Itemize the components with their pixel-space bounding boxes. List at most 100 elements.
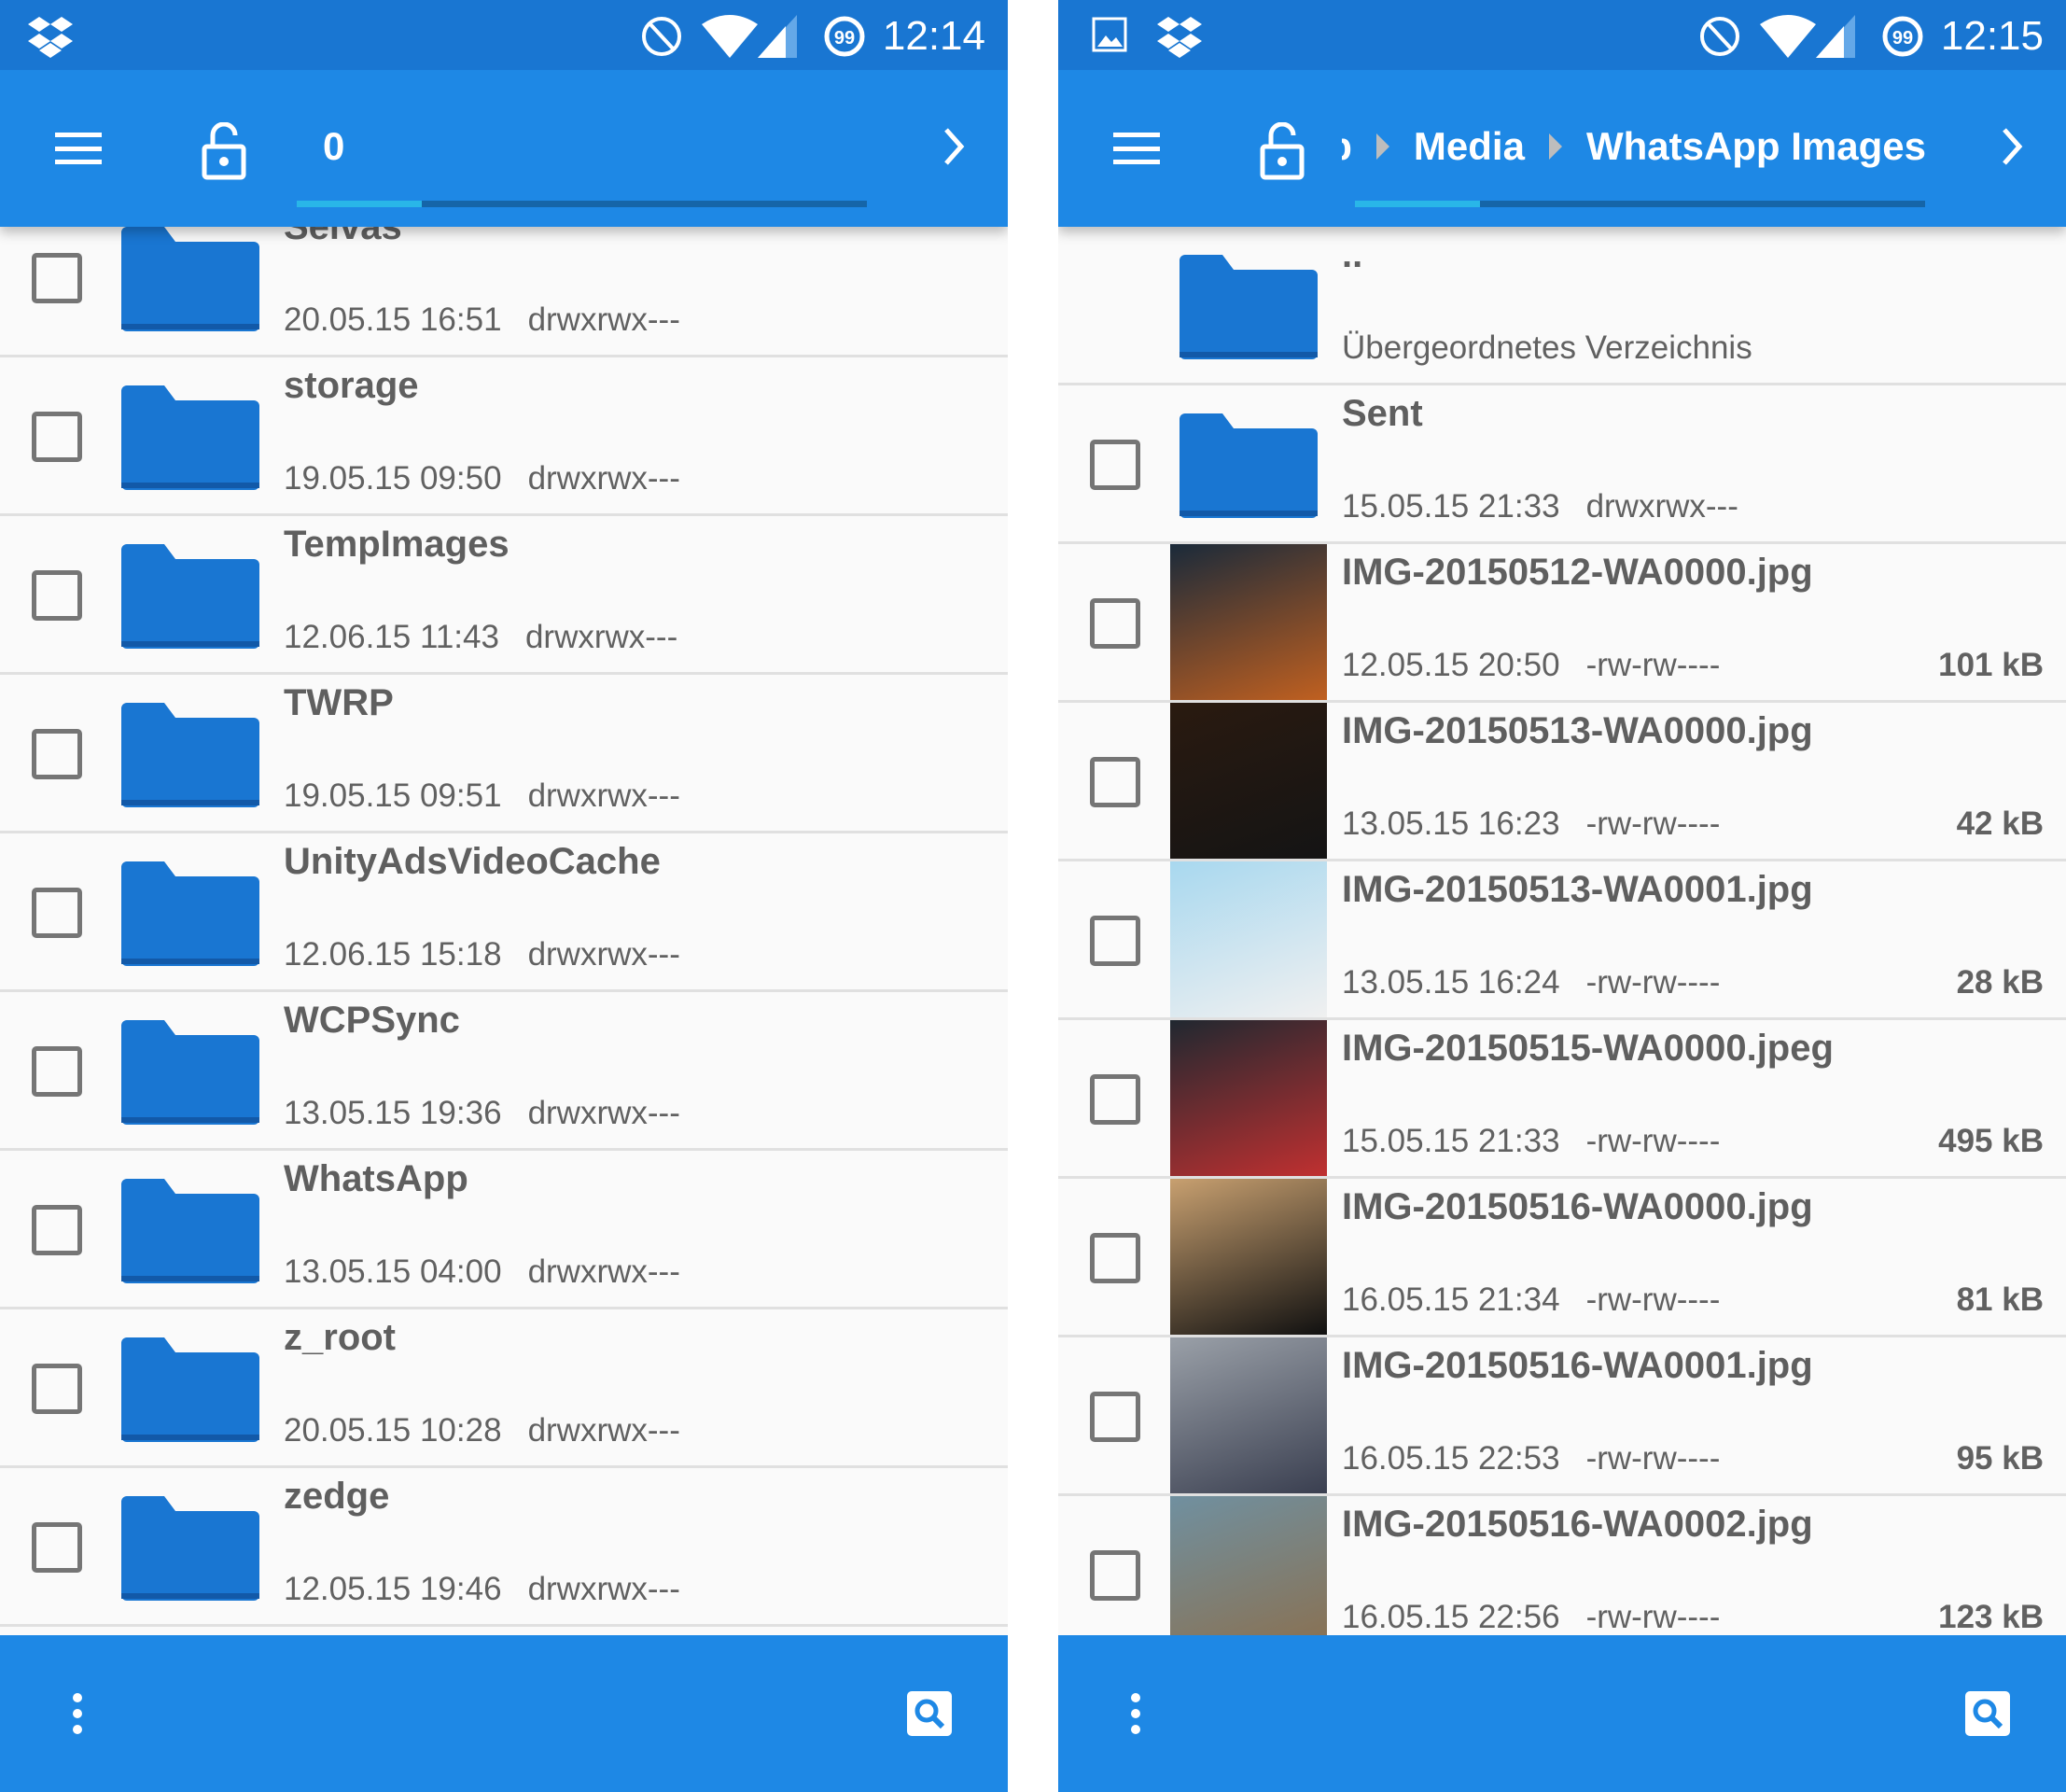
breadcrumb-scrollbar[interactable] — [1355, 201, 1925, 207]
checkbox[interactable] — [32, 1205, 82, 1255]
do-not-disturb-icon — [1698, 15, 1741, 63]
file-row[interactable]: TWRP 19.05.15 09:51 drwxrwx--- — [0, 675, 1008, 833]
more-options-icon[interactable] — [1129, 1691, 1142, 1741]
file-name: WhatsApp — [284, 1158, 468, 1199]
file-list: .. Übergeordnetes Verzeichnis Sent 15.05.15… — [1058, 0, 2066, 1655]
file-row[interactable]: IMG-20150516-WA0001.jpg 16.05.15 22:53 -rw… — [1058, 1337, 2066, 1496]
scrollbar-thumb[interactable] — [1355, 201, 1481, 207]
parent-label: Übergeordnetes Verzeichnis — [1342, 329, 1752, 366]
checkbox[interactable] — [1090, 916, 1140, 966]
file-name: TWRP — [284, 682, 394, 723]
file-date: 16.05.15 21:34 — [1342, 1281, 1560, 1318]
folder-icon — [121, 382, 259, 498]
breadcrumb: 0 — [323, 119, 907, 175]
file-row[interactable]: storage 19.05.15 09:50 drwxrwx--- — [0, 357, 1008, 516]
file-row[interactable]: IMG-20150512-WA0000.jpg 12.05.15 20:50 -rw… — [1058, 544, 2066, 703]
file-row[interactable]: TempImages 12.06.15 11:43 drwxrwx--- — [0, 516, 1008, 675]
file-row[interactable]: WhatsApp 13.05.15 04:00 drwxrwx--- — [0, 1151, 1008, 1309]
file-size: 95 kB — [1956, 1440, 2044, 1477]
image-thumbnail — [1170, 544, 1327, 700]
checkbox[interactable] — [32, 729, 82, 779]
parent-directory-row[interactable]: .. Übergeordnetes Verzeichnis — [1058, 227, 2066, 385]
menu-icon[interactable] — [55, 133, 102, 164]
file-row[interactable]: IMG-20150515-WA0000.jpeg 15.05.15 21:33 -r… — [1058, 1020, 2066, 1179]
do-not-disturb-icon — [640, 15, 683, 63]
breadcrumb-scrollbar[interactable] — [297, 201, 867, 207]
file-row[interactable]: IMG-20150513-WA0000.jpg 13.05.15 16:23 -rw… — [1058, 703, 2066, 861]
breadcrumb-item[interactable]: WhatsApp — [1342, 124, 1352, 169]
search-icon[interactable] — [907, 1691, 952, 1736]
checkbox[interactable] — [1090, 1550, 1140, 1601]
folder-icon — [121, 699, 259, 816]
bottom-bar — [1058, 1635, 2066, 1792]
file-meta: 12.06.15 11:43 drwxrwx--- — [284, 619, 677, 656]
folder-icon — [121, 223, 259, 340]
unlock-icon[interactable] — [202, 121, 246, 185]
more-options-icon[interactable] — [71, 1691, 84, 1741]
image-thumbnail — [1170, 1337, 1327, 1493]
file-name: IMG-20150516-WA0002.jpg — [1342, 1504, 1813, 1545]
badge-99-icon: 99 — [1881, 15, 1924, 63]
checkbox[interactable] — [1090, 598, 1140, 649]
file-size: 28 kB — [1956, 964, 2044, 1001]
file-date: 20.05.15 16:51 — [284, 301, 502, 338]
checkbox[interactable] — [1090, 1074, 1140, 1125]
checkbox[interactable] — [32, 412, 82, 462]
menu-icon[interactable] — [1113, 133, 1160, 164]
checkbox[interactable] — [1090, 1233, 1140, 1283]
checkbox[interactable] — [32, 253, 82, 303]
file-name: .. — [1342, 234, 1363, 275]
folder-icon — [1180, 410, 1318, 526]
search-icon[interactable] — [1965, 1691, 2010, 1736]
wifi-icon — [702, 15, 758, 63]
file-date: 20.05.15 10:28 — [284, 1412, 502, 1449]
checkbox[interactable] — [32, 888, 82, 938]
badge-99-icon: 99 — [823, 15, 866, 63]
breadcrumb-item[interactable]: Media — [1414, 124, 1525, 169]
file-permissions: -rw-rw---- — [1585, 1281, 1721, 1318]
signal-icon — [758, 15, 797, 63]
svg-text:99: 99 — [1892, 28, 1913, 49]
file-date: 13.05.15 19:36 — [284, 1095, 502, 1131]
file-name: zedge — [284, 1476, 390, 1517]
file-row[interactable]: Sent 15.05.15 21:33 drwxrwx--- — [1058, 385, 2066, 544]
clock: 12:14 — [882, 13, 985, 59]
breadcrumb-item[interactable]: WhatsApp Images — [1586, 124, 1926, 169]
checkbox[interactable] — [32, 1046, 82, 1097]
folder-icon — [121, 540, 259, 657]
file-date: 12.06.15 15:18 — [284, 936, 502, 973]
file-permissions: drwxrwx--- — [527, 777, 680, 814]
file-permissions: -rw-rw---- — [1585, 1123, 1721, 1159]
file-row[interactable]: z_root 20.05.15 10:28 drwxrwx--- — [0, 1309, 1008, 1468]
file-meta: 12.05.15 19:46 drwxrwx--- — [284, 1571, 680, 1608]
folder-icon — [121, 1016, 259, 1133]
scrollbar-thumb[interactable] — [297, 201, 423, 207]
file-meta: 15.05.15 21:33 drwxrwx--- — [1342, 488, 1738, 525]
file-row[interactable]: IMG-20150516-WA0002.jpg 16.05.15 22:56 -rw… — [1058, 1496, 2066, 1655]
file-row[interactable]: UnityAdsVideoCache 12.06.15 15:18 drwxrwx-… — [0, 833, 1008, 992]
right-screen: 99 12:15 WhatsApp Media WhatsApp Images.. Übe… — [1058, 0, 2066, 1792]
checkbox[interactable] — [32, 570, 82, 621]
file-row[interactable]: zedge 12.05.15 19:46 drwxrwx--- — [0, 1468, 1008, 1627]
checkbox[interactable] — [1090, 757, 1140, 807]
checkbox[interactable] — [32, 1364, 82, 1414]
checkbox[interactable] — [32, 1522, 82, 1573]
file-row[interactable]: IMG-20150513-WA0001.jpg 13.05.15 16:24 -rw… — [1058, 861, 2066, 1020]
checkbox[interactable] — [1090, 440, 1140, 490]
file-permissions: -rw-rw---- — [1585, 964, 1721, 1001]
file-permissions: drwxrwx--- — [527, 301, 680, 338]
image-thumbnail — [1170, 1496, 1327, 1652]
chevron-right-icon[interactable] — [942, 126, 967, 172]
breadcrumb-separator-icon — [1375, 133, 1389, 160]
unlock-icon[interactable] — [1260, 121, 1305, 185]
file-row[interactable]: IMG-20150516-WA0000.jpg 16.05.15 21:34 -rw… — [1058, 1179, 2066, 1337]
image-thumbnail — [1170, 1020, 1327, 1176]
file-name: IMG-20150515-WA0000.jpeg — [1342, 1028, 1834, 1069]
file-row[interactable]: WCPSync 13.05.15 19:36 drwxrwx--- — [0, 992, 1008, 1151]
file-size: 42 kB — [1956, 805, 2044, 842]
image-thumbnail — [1170, 1179, 1327, 1335]
chevron-right-icon[interactable] — [2001, 126, 2025, 172]
breadcrumb-item[interactable]: 0 — [323, 124, 344, 169]
checkbox[interactable] — [1090, 1392, 1140, 1442]
file-permissions: -rw-rw---- — [1585, 647, 1721, 683]
